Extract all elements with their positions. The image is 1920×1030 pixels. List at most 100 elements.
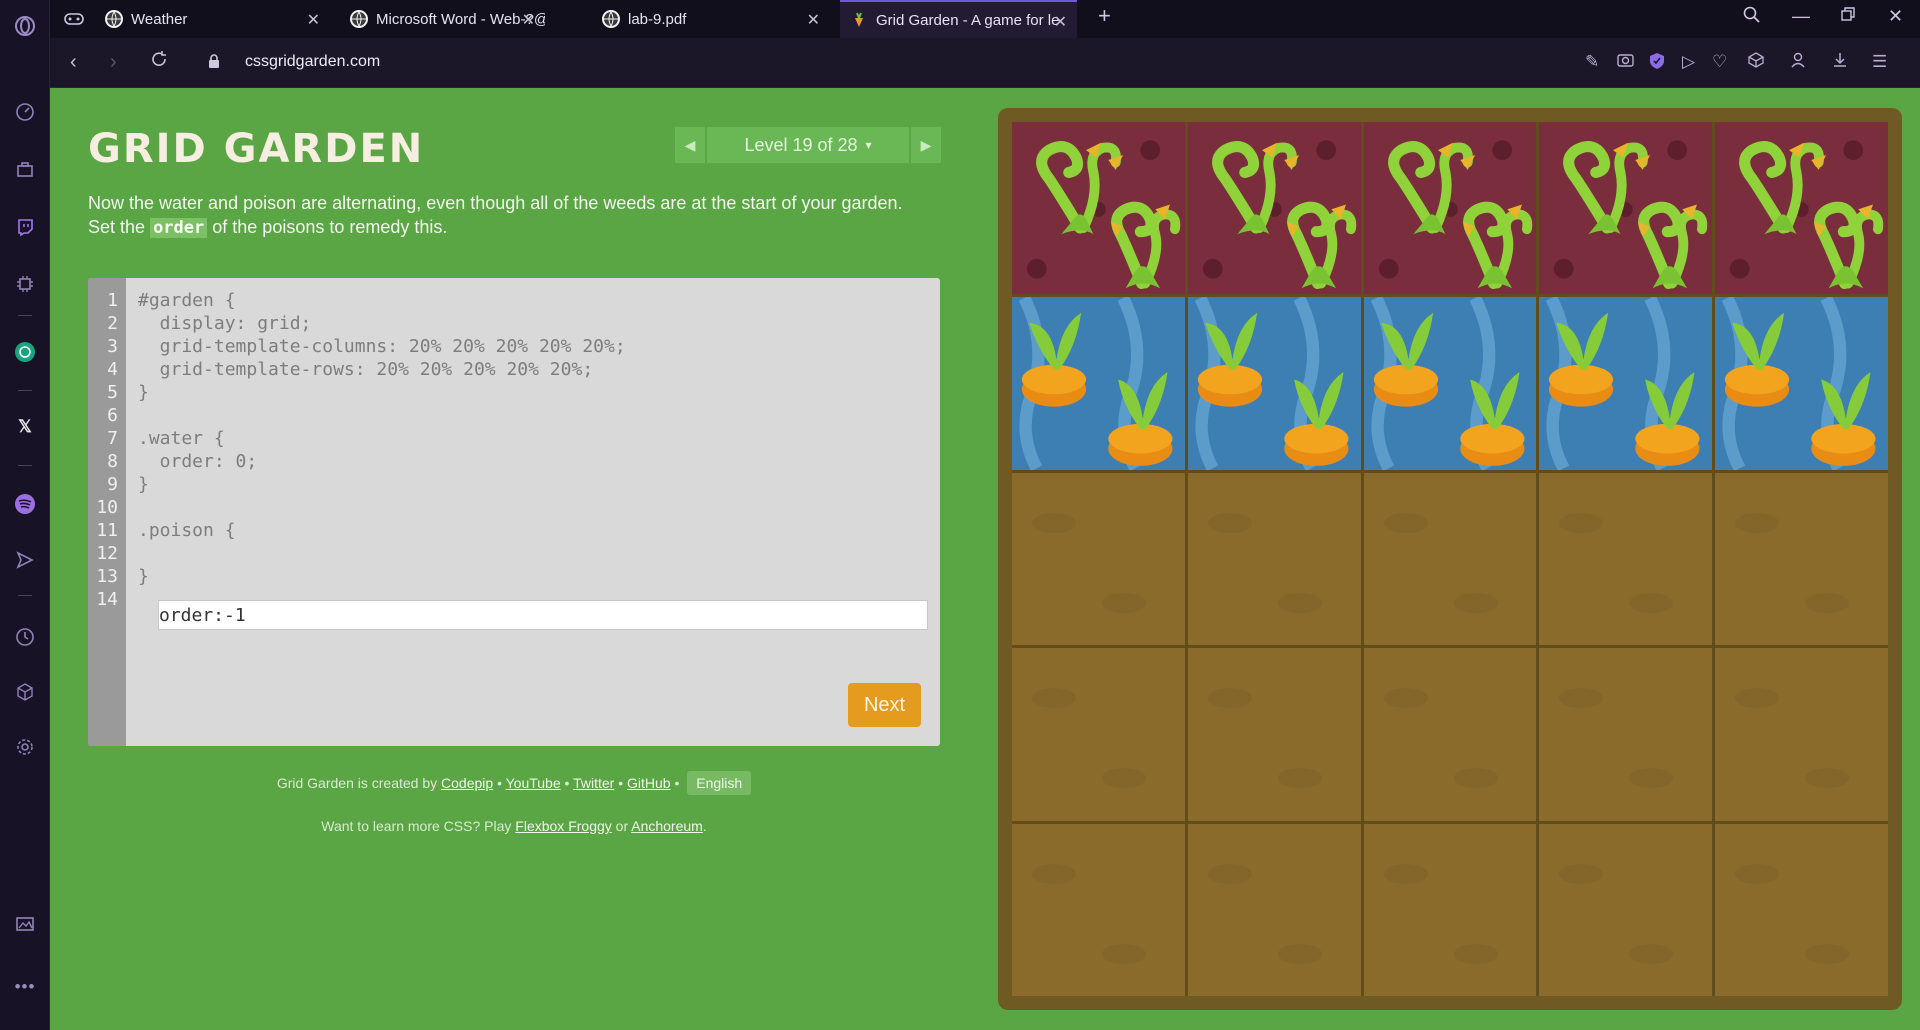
send-tab-icon[interactable]: ▷ <box>1682 52 1695 72</box>
camera-icon[interactable] <box>1617 52 1634 72</box>
back-icon[interactable]: ‹ <box>70 51 77 74</box>
carrot-icon <box>1194 297 1349 470</box>
x-twitter-icon[interactable]: 𝕏 <box>13 415 37 439</box>
soil-cell <box>1012 648 1185 821</box>
close-tab-icon[interactable]: ✕ <box>307 10 320 30</box>
twitch-icon[interactable] <box>13 215 37 239</box>
history-icon[interactable] <box>13 625 37 649</box>
reload-icon[interactable] <box>150 50 168 74</box>
page-title: GRID GARDEN <box>88 126 425 172</box>
tab-weather[interactable]: Weather ✕ <box>95 0 330 38</box>
tab-grid-garden[interactable]: Grid Garden - A game for le ✕ <box>840 0 1077 38</box>
easy-setup-icon[interactable]: ☰ <box>1872 52 1887 72</box>
line-number: 5 <box>107 382 118 403</box>
tab-word[interactable]: Microsoft Word - Web-?@ ✕ <box>340 0 545 38</box>
css-answer-input[interactable] <box>159 601 927 629</box>
line-number: 2 <box>107 313 118 334</box>
line-number: 11 <box>96 520 118 541</box>
close-window-icon[interactable]: ✕ <box>1888 6 1903 27</box>
instructions-line-2: Set the order of the poisons to remedy t… <box>88 215 948 240</box>
previous-level-button[interactable]: ◀ <box>675 127 705 163</box>
learn-text: Want to learn more CSS? Play <box>321 818 512 834</box>
tab-lab-pdf[interactable]: lab-9.pdf ✕ <box>592 0 830 38</box>
soil-cell <box>1715 472 1888 646</box>
address-bar: ‹ › cssgridgarden.com ✎ ▷ ♡ ☰ <box>50 38 1920 88</box>
close-tab-icon[interactable]: ✕ <box>807 10 820 30</box>
gamepad-icon[interactable] <box>62 7 86 31</box>
tab-title: Microsoft Word - Web-?@ <box>376 10 545 28</box>
soil-cell <box>1539 648 1713 821</box>
minimize-icon[interactable]: — <box>1792 6 1810 27</box>
soil-cell <box>1187 472 1361 646</box>
code-line: } <box>138 566 149 587</box>
weed-icon <box>1378 140 1532 290</box>
url-text[interactable]: cssgridgarden.com <box>245 53 380 71</box>
send-icon[interactable] <box>13 548 37 572</box>
separator: • <box>674 775 680 791</box>
codepip-link[interactable]: Codepip <box>441 775 493 791</box>
opera-logo-icon[interactable] <box>13 14 37 38</box>
spotify-icon[interactable] <box>13 492 37 516</box>
flexbox-froggy-link[interactable]: Flexbox Froggy <box>515 818 611 834</box>
level-label: Level 19 of 28 <box>744 134 858 155</box>
web-page: GRID GARDEN ◀ Level 19 of 28 ▾ ▶ Now the… <box>50 88 1920 1030</box>
separator: • <box>618 775 624 791</box>
soil-cell <box>1363 823 1537 996</box>
profile-icon[interactable] <box>1790 52 1806 73</box>
soil-cell <box>1363 472 1537 646</box>
new-tab-icon[interactable]: + <box>1098 3 1111 29</box>
credits-text: Grid Garden is created by <box>276 775 438 791</box>
youtube-link[interactable]: YouTube <box>506 775 561 791</box>
restore-icon[interactable] <box>1840 6 1856 27</box>
learn-text: or <box>615 818 629 834</box>
garden-grid <box>1012 122 1888 996</box>
forward-icon[interactable]: › <box>110 51 117 74</box>
heart-icon[interactable]: ♡ <box>1712 52 1727 72</box>
css-editor: 1 2 3 4 5 6 7 8 9 10 11 12 13 14 #garden… <box>88 278 940 746</box>
instructions-text: of the poisons to remedy this. <box>212 217 448 237</box>
line-number: 1 <box>107 290 118 311</box>
search-tabs-icon[interactable] <box>1743 6 1761 29</box>
line-number: 10 <box>96 497 118 518</box>
close-tab-icon[interactable]: ✕ <box>1054 12 1067 32</box>
line-number-gutter: 1 2 3 4 5 6 7 8 9 10 11 12 13 14 <box>88 278 126 746</box>
speed-dial-icon[interactable] <box>13 100 37 124</box>
learn-text: . <box>702 818 707 834</box>
soil-cell <box>1539 472 1713 646</box>
briefcase-icon[interactable] <box>13 158 37 182</box>
line-number: 3 <box>107 336 118 357</box>
soil-cell <box>1012 823 1185 996</box>
settings-gear-icon[interactable] <box>13 735 37 759</box>
download-icon[interactable] <box>1832 52 1848 73</box>
vpn-shield-icon[interactable] <box>1649 52 1665 75</box>
more-options-icon[interactable]: ••• <box>13 975 37 999</box>
credits: Grid Garden is created by Codepip • YouT… <box>88 771 940 795</box>
anchoreum-link[interactable]: Anchoreum <box>631 818 703 834</box>
carrot-water-cell <box>1715 297 1888 470</box>
next-level-arrow-button[interactable]: ▶ <box>911 127 941 163</box>
tab-title: lab-9.pdf <box>628 10 687 28</box>
twitter-link[interactable]: Twitter <box>573 775 614 791</box>
carrot-favicon-icon <box>850 11 868 29</box>
level-navigation: ◀ Level 19 of 28 ▾ ▶ <box>675 127 941 163</box>
cube-icon[interactable] <box>13 680 37 704</box>
code-line: } <box>138 382 149 403</box>
box-icon[interactable] <box>1748 52 1764 73</box>
chatgpt-icon[interactable] <box>13 340 37 364</box>
github-link[interactable]: GitHub <box>627 775 671 791</box>
level-indicator[interactable]: Level 19 of 28 ▾ <box>707 127 909 163</box>
carrot-icon <box>1546 297 1700 470</box>
close-tab-icon[interactable]: ✕ <box>522 10 535 30</box>
snapshot-edit-icon[interactable]: ✎ <box>1585 52 1599 72</box>
soil-cell <box>1363 648 1537 821</box>
image-icon[interactable] <box>13 912 37 936</box>
sidebar-divider <box>18 465 32 466</box>
weed-poison-cell <box>1539 122 1713 295</box>
soil-cell <box>1715 648 1888 821</box>
language-button[interactable]: English <box>687 771 752 795</box>
chip-icon[interactable] <box>13 272 37 296</box>
instructions: Now the water and poison are alternating… <box>88 191 948 240</box>
code-line: #garden { <box>138 290 236 311</box>
next-button[interactable]: Next <box>848 683 921 727</box>
sidebar-divider <box>18 390 32 391</box>
